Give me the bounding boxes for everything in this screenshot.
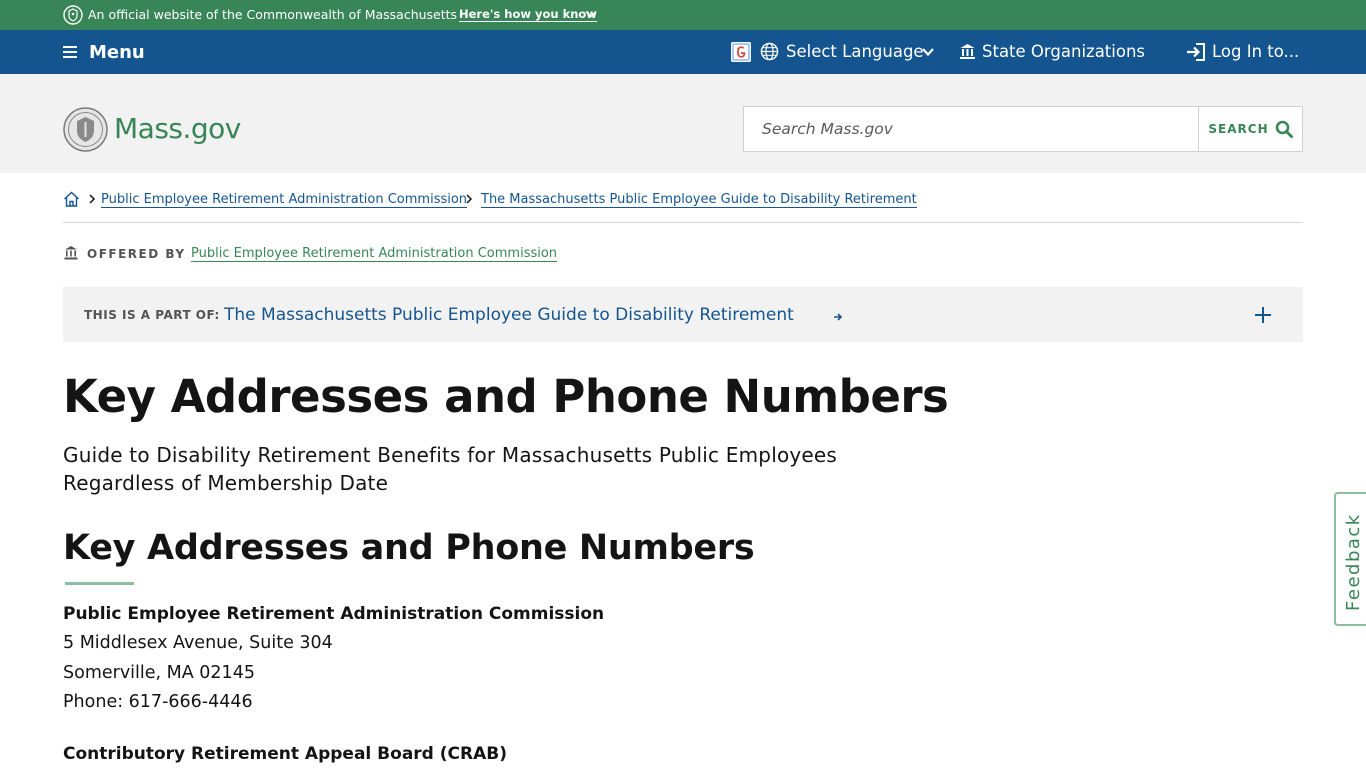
official-banner: An official website of the Commonwealth …: [0, 0, 1366, 30]
chevron-down-icon[interactable]: [921, 45, 935, 59]
chevron-right-icon: [466, 194, 473, 204]
mass-gov-logo-text[interactable]: Mass.gov: [114, 112, 241, 145]
hamburger-icon: [63, 46, 77, 58]
search-button[interactable]: SEARCH: [1198, 107, 1302, 151]
seal-icon: [63, 5, 83, 25]
site-header: Mass.gov SEARCH: [0, 74, 1366, 173]
address-line: Somerville, MA 02145: [63, 662, 255, 683]
feedback-label: Feedback: [1343, 513, 1364, 611]
state-organizations-link[interactable]: State Organizations: [982, 42, 1145, 61]
address-block-perac: Public Employee Retirement Administratio…: [63, 600, 604, 718]
google-translate-icon: [731, 42, 751, 62]
breadcrumb-link-perac[interactable]: Public Employee Retirement Administratio…: [101, 192, 468, 208]
mass-seal-logo[interactable]: [63, 107, 108, 152]
feedback-tab[interactable]: Feedback: [1334, 492, 1366, 626]
search-form: SEARCH: [743, 106, 1303, 152]
address-line: 5 Middlesex Avenue, Suite 304: [63, 633, 333, 653]
utility-nav: Menu Select Language State Organizations…: [0, 30, 1366, 74]
building-icon: [960, 44, 975, 59]
page-title: Key Addresses and Phone Numbers: [63, 370, 949, 423]
offered-by-label: OFFERED BY: [87, 247, 186, 261]
address-name: Public Employee Retirement Administratio…: [63, 604, 605, 624]
home-icon[interactable]: [63, 191, 80, 207]
search-icon: [1275, 120, 1293, 138]
chevron-right-icon: [89, 194, 96, 204]
select-language-label[interactable]: Select Language: [786, 42, 924, 61]
plus-icon[interactable]: [1254, 306, 1272, 324]
building-icon: [64, 246, 78, 260]
search-input[interactable]: [744, 107, 1198, 151]
section-underline: [65, 582, 134, 585]
breadcrumb-link-guide[interactable]: The Massachusetts Public Employee Guide …: [481, 192, 917, 208]
address-name: Contributory Retirement Appeal Board (CR…: [63, 744, 507, 764]
chevron-down-icon[interactable]: [585, 8, 597, 20]
arrow-right-icon: [834, 313, 843, 321]
menu-button[interactable]: Menu: [63, 30, 145, 74]
section-title: Key Addresses and Phone Numbers: [63, 528, 755, 568]
address-block-crab: Contributory Retirement Appeal Board (CR…: [63, 740, 507, 768]
official-banner-text: An official website of the Commonwealth …: [88, 7, 458, 22]
address-phone: Phone: 617-666-4446: [63, 692, 253, 712]
part-of-banner: THIS IS A PART OF: The Massachusetts Pub…: [63, 287, 1303, 342]
globe-icon[interactable]: [760, 42, 779, 61]
search-button-label: SEARCH: [1208, 122, 1269, 136]
login-link[interactable]: Log In to...: [1212, 42, 1299, 61]
menu-label: Menu: [89, 41, 145, 63]
part-of-label: THIS IS A PART OF:: [84, 308, 220, 322]
how-you-know-link[interactable]: Here's how you know: [459, 8, 597, 22]
page-subtitle: Guide to Disability Retirement Benefits …: [63, 443, 838, 495]
part-of-guide-link[interactable]: The Massachusetts Public Employee Guide …: [224, 305, 794, 325]
breadcrumb: Public Employee Retirement Administratio…: [63, 190, 1303, 223]
login-icon[interactable]: [1186, 43, 1206, 61]
offered-by-org-link[interactable]: Public Employee Retirement Administratio…: [191, 246, 558, 262]
